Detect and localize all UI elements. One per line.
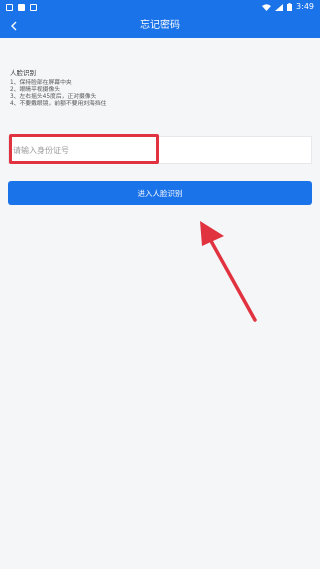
status-icons-right: 3:49 — [262, 0, 314, 14]
face-recognition-title: 人脸识别 — [10, 69, 36, 77]
id-number-field — [8, 136, 312, 164]
wifi-icon — [262, 3, 272, 11]
tips-list: 1、保持脸部在屏幕中央 2、眼睛平视摄像头 3、左右摇头45度后，正对摄像头 4… — [10, 80, 106, 108]
nav-bar: 忘记密码 — [0, 14, 320, 38]
app-notification-icon — [18, 3, 25, 11]
download-icon — [30, 3, 37, 11]
signal-icon — [275, 3, 284, 11]
page-title: 忘记密码 — [140, 20, 180, 31]
enter-face-recognition-button[interactable]: 进入人脸识别 — [8, 181, 312, 205]
notification-icon — [6, 3, 13, 11]
tip-item: 2、眼睛平视摄像头 — [10, 87, 61, 93]
battery-icon — [287, 3, 293, 11]
tip-item: 4、不要戴眼镜，前额不要用刘海挡住 — [10, 101, 107, 107]
status-icons-left — [6, 0, 37, 14]
status-bar: 3:49 — [0, 0, 320, 14]
tip-item: 3、左右摇头45度后，正对摄像头 — [10, 94, 97, 100]
tip-item: 1、保持脸部在屏幕中央 — [10, 80, 72, 86]
id-number-input[interactable] — [9, 137, 311, 163]
status-time: 3:49 — [296, 2, 314, 11]
